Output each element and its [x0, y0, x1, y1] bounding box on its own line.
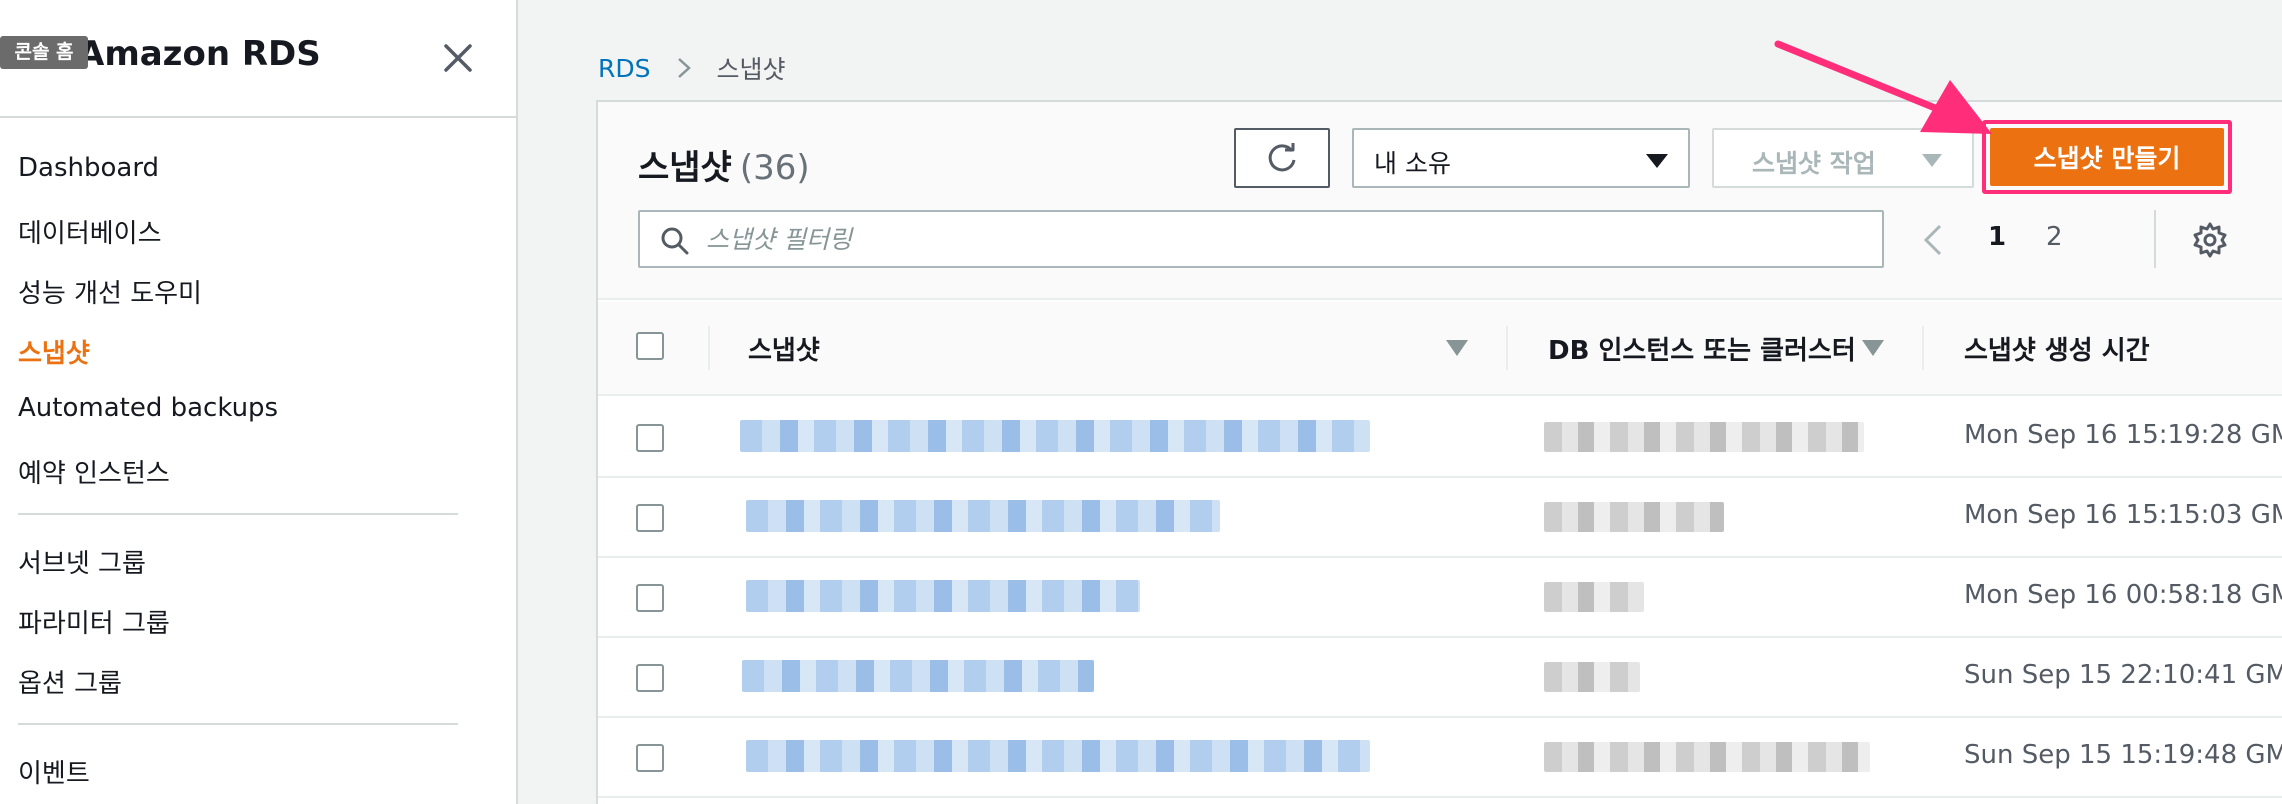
column-header-instance[interactable]: DB 인스턴스 또는 클러스터: [1548, 330, 1856, 367]
annotation-arrow-icon: [1774, 40, 1992, 134]
refresh-button[interactable]: [1234, 128, 1330, 188]
snapshot-name-redacted[interactable]: [742, 660, 1094, 692]
table-row[interactable]: Sun Sep 15 22:10:41 GM: [598, 638, 2282, 718]
instance-name-redacted[interactable]: [1544, 422, 1864, 452]
panel-title: 스냅샷 (36): [638, 140, 810, 189]
row-checkbox[interactable]: [636, 424, 664, 452]
gear-icon[interactable]: [2190, 220, 2230, 260]
snapshot-name-redacted[interactable]: [746, 740, 1370, 772]
create-snapshot-label: 스냅샷 만들기: [2033, 144, 2181, 173]
sidebar-item-parameter-groups[interactable]: 파라미터 그룹: [18, 603, 170, 640]
snapshot-created-time: Mon Sep 16 00:58:18 GM: [1964, 580, 2282, 610]
snapshot-count: (36): [739, 148, 810, 188]
panel-title-text: 스냅샷: [638, 148, 732, 188]
instance-name-redacted[interactable]: [1544, 742, 1870, 772]
table-row[interactable]: Mon Sep 16 15:19:28 GM: [598, 398, 2282, 478]
instance-name-redacted[interactable]: [1544, 662, 1640, 692]
sidebar-item-dashboard[interactable]: Dashboard: [18, 153, 159, 183]
sidebar: 콘솔 홈 Amazon RDS Dashboard 데이터베이스 성능 개선 도…: [0, 0, 518, 804]
instance-name-redacted[interactable]: [1544, 582, 1644, 612]
snapshot-filter-input[interactable]: [706, 220, 1866, 258]
table-row[interactable]: Mon Sep 16 00:58:18 GM: [598, 558, 2282, 638]
service-title[interactable]: Amazon RDS: [78, 34, 321, 74]
panel-header: 스냅샷 (36) 내 소유 스냅샷 작업 스냅샷 만들기 스냅샷 필터링 1 2: [598, 102, 2282, 300]
snapshot-name-redacted[interactable]: [740, 420, 1370, 452]
snapshot-filter-box[interactable]: [638, 210, 1884, 268]
snapshot-created-time: Sun Sep 15 15:19:48 GM: [1964, 740, 2282, 770]
snapshot-name-redacted[interactable]: [746, 580, 1140, 612]
table-header: 스냅샷 DB 인스턴스 또는 클러스터 스냅샷 생성 시간: [598, 302, 2282, 396]
breadcrumb-current: 스냅샷: [716, 55, 786, 84]
snapshot-created-time: Mon Sep 16 15:15:03 GM: [1964, 500, 2282, 530]
caret-down-icon: [1646, 154, 1668, 168]
snapshot-created-time: Mon Sep 16 15:19:28 GM: [1964, 420, 2282, 450]
table-row[interactable]: Sun Sep 15 15:19:48 GM: [598, 718, 2282, 798]
sidebar-item-option-groups[interactable]: 옵션 그룹: [18, 663, 122, 700]
sidebar-item-events[interactable]: 이벤트: [18, 753, 90, 790]
breadcrumb: RDS 스냅샷: [598, 50, 786, 86]
sidebar-divider: [18, 723, 458, 725]
sidebar-item-performance-insights[interactable]: 성능 개선 도우미: [18, 273, 202, 310]
table-row[interactable]: Mon Sep 16 15:15:03 GM: [598, 478, 2282, 558]
breadcrumb-rds-link[interactable]: RDS: [598, 54, 651, 83]
column-header-snapshot[interactable]: 스냅샷: [748, 330, 820, 367]
console-home-tooltip: 콘솔 홈: [0, 36, 88, 69]
sort-down-icon[interactable]: [1862, 340, 1884, 356]
close-icon[interactable]: [438, 38, 478, 78]
owner-filter-select[interactable]: 내 소유: [1352, 128, 1690, 188]
column-divider: [708, 326, 710, 370]
pagination-divider: [2154, 210, 2156, 268]
page-1-button[interactable]: 1: [1988, 222, 2006, 252]
sort-down-icon[interactable]: [1446, 340, 1468, 356]
sidebar-divider: [18, 513, 458, 515]
row-checkbox[interactable]: [636, 584, 664, 612]
snapshot-name-redacted[interactable]: [746, 500, 1220, 532]
sidebar-item-subnet-groups[interactable]: 서브넷 그룹: [18, 543, 146, 580]
row-checkbox[interactable]: [636, 744, 664, 772]
snapshot-created-time: Sun Sep 15 22:10:41 GM: [1964, 660, 2282, 690]
column-divider: [1922, 326, 1924, 370]
page-2-button[interactable]: 2: [2046, 222, 2063, 252]
owner-filter-value: 내 소유: [1374, 149, 1451, 178]
sidebar-item-reserved-instances[interactable]: 예약 인스턴스: [18, 453, 170, 490]
row-checkbox[interactable]: [636, 504, 664, 532]
search-icon: [661, 227, 689, 255]
snapshots-panel: 스냅샷 (36) 내 소유 스냅샷 작업 스냅샷 만들기 스냅샷 필터링 1 2…: [596, 100, 2282, 804]
create-snapshot-button[interactable]: 스냅샷 만들기: [1990, 128, 2224, 186]
sidebar-item-automated-backups[interactable]: Automated backups: [18, 393, 278, 423]
sidebar-item-databases[interactable]: 데이터베이스: [18, 213, 162, 250]
chevron-right-icon: [677, 58, 691, 78]
sidebar-item-snapshots[interactable]: 스냅샷: [18, 333, 90, 370]
instance-name-redacted[interactable]: [1544, 502, 1724, 532]
snapshot-actions-label: 스냅샷 작업: [1752, 149, 1876, 178]
sidebar-header-divider: [0, 116, 518, 118]
row-checkbox[interactable]: [636, 664, 664, 692]
annotation-highlight-box: 스냅샷 만들기: [1982, 120, 2232, 194]
refresh-icon: [1268, 143, 1296, 172]
column-divider: [1506, 326, 1508, 370]
select-all-checkbox[interactable]: [636, 332, 664, 360]
chevron-left-icon[interactable]: [1918, 222, 1948, 258]
caret-down-icon: [1922, 154, 1942, 167]
column-header-created-time[interactable]: 스냅샷 생성 시간: [1964, 330, 2150, 367]
